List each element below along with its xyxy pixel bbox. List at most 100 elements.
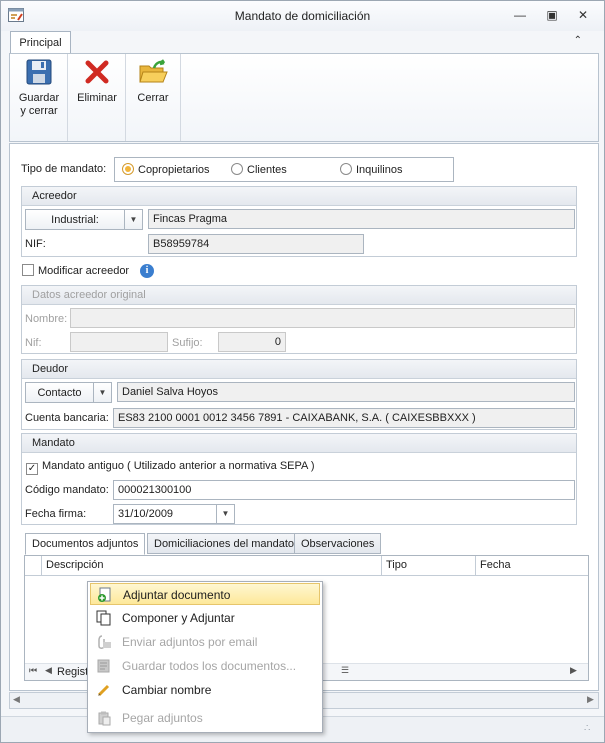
menu-item-label: Cambiar nombre — [122, 683, 212, 697]
tab-domiciliaciones[interactable]: Domiciliaciones del mandato — [147, 533, 302, 554]
creditor-nif-field[interactable]: B58959784 — [148, 234, 364, 254]
radio-label: Inquilinos — [356, 164, 403, 176]
close-label: Cerrar — [137, 92, 169, 104]
tab-observaciones[interactable]: Observaciones — [294, 533, 382, 554]
bank-account-field[interactable]: ES83 2100 0001 0012 3456 7891 - CAIXABAN… — [113, 408, 575, 428]
grid-header: Descripción Tipo Fecha — [25, 556, 588, 576]
menu-item-paste-attachments: Pegar adjuntos — [90, 707, 320, 729]
save-docs-icon — [97, 659, 110, 673]
tab-documentos-adjuntos[interactable]: Documentos adjuntos — [25, 533, 146, 555]
ribbon-separator — [180, 54, 181, 141]
menu-item-label: Pegar adjuntos — [122, 711, 203, 725]
creditor-name-field[interactable]: Fincas Pragma — [148, 209, 575, 229]
first-record-icon[interactable]: ⏮ — [29, 665, 37, 676]
modify-creditor-checkbox[interactable]: Modificar acreedor — [22, 264, 129, 277]
original-creditor-group: Datos acreedor original Nombre: Nif: Suf… — [21, 285, 577, 354]
ribbon-collapse-icon[interactable]: ⌃ — [574, 35, 582, 46]
radio-icon — [340, 163, 352, 175]
grid-indicator-column — [25, 556, 41, 576]
mandate-group: Mandato ✓ Mandato antiguo ( Utilizado ant… — [21, 433, 577, 525]
debtor-type-combo[interactable]: Contacto ▼ — [25, 382, 112, 403]
tab-principal[interactable]: Principal — [10, 31, 71, 54]
save-label-line2: y cerrar — [20, 105, 58, 117]
folder-open-icon — [139, 59, 168, 83]
ribbon-tab-strip: Principal ⌃ — [1, 31, 604, 54]
record-counter: Regist — [57, 666, 89, 678]
resize-grip-icon[interactable]: ∴ — [584, 723, 590, 734]
debtor-name-field[interactable]: Daniel Salva Hoyos — [117, 382, 575, 402]
menu-item-label: Adjuntar documento — [123, 588, 231, 602]
original-suffix-label: Sufijo: — [172, 337, 203, 349]
mandate-window: Mandato de domiciliación — ▣ ✕ Principal… — [0, 0, 605, 743]
paste-icon — [98, 711, 111, 726]
scroll-right-icon[interactable]: ▶ — [570, 665, 577, 676]
attachments-context-menu: Adjuntar documento Componer y Adjuntar E… — [87, 581, 323, 733]
mandate-group-title: Mandato — [22, 434, 576, 453]
compose-icon — [96, 610, 111, 626]
menu-item-label: Guardar todos los documentos... — [122, 659, 297, 673]
menu-item-label: Componer y Adjuntar — [122, 611, 235, 625]
original-nif-field — [70, 332, 168, 352]
combo-value: Contacto — [37, 387, 82, 399]
original-name-label: Nombre: — [25, 313, 68, 325]
debtor-group-title: Deudor — [22, 360, 576, 379]
checkbox-icon — [22, 264, 34, 276]
radio-selected-icon — [122, 163, 134, 175]
prev-record-icon[interactable]: ◀ — [45, 665, 52, 676]
column-descripcion[interactable]: Descripción — [41, 556, 381, 576]
maximize-button[interactable]: ▣ — [543, 7, 561, 23]
ribbon-separator — [67, 54, 68, 141]
close-window-button[interactable]: ✕ — [574, 7, 592, 23]
delete-button[interactable]: Eliminar — [74, 58, 120, 105]
menu-item-rename[interactable]: Cambiar nombre — [90, 679, 320, 701]
radio-icon — [231, 163, 243, 175]
close-button[interactable]: Cerrar — [131, 58, 175, 105]
delete-icon — [85, 60, 109, 84]
radio-inquilinos[interactable]: Inquilinos — [340, 163, 402, 177]
column-fecha[interactable]: Fecha — [475, 556, 588, 576]
mandate-code-input[interactable]: 000021300100 — [113, 480, 575, 500]
chevron-down-icon[interactable]: ▼ — [93, 383, 111, 402]
menu-item-save-all-documents: Guardar todos los documentos... — [90, 655, 320, 677]
ribbon-separator — [125, 54, 126, 141]
column-tipo[interactable]: Tipo — [381, 556, 475, 576]
minimize-button[interactable]: — — [511, 7, 529, 23]
save-icon — [26, 59, 52, 85]
save-label-line1: Guardar — [18, 92, 60, 104]
original-name-field — [70, 308, 575, 328]
attach-add-icon — [98, 587, 111, 602]
menu-item-email-attachments: Enviar adjuntos por email — [90, 631, 320, 653]
email-attach-icon — [98, 635, 111, 649]
creditor-type-combo[interactable]: Industrial: ▼ — [25, 209, 143, 230]
title-bar: Mandato de domiciliación — ▣ ✕ — [1, 1, 604, 31]
scroll-thumb-icon[interactable]: ☰ — [341, 665, 349, 676]
radio-copropietarios[interactable]: Copropietarios — [122, 163, 210, 177]
mandate-type-label: Tipo de mandato: — [21, 163, 107, 175]
scroll-left-icon[interactable]: ◀ — [13, 694, 20, 705]
signature-date-picker[interactable]: 31/10/2009 ▼ — [113, 504, 235, 524]
radio-clientes[interactable]: Clientes — [231, 163, 287, 177]
radio-label: Copropietarios — [138, 164, 210, 176]
date-value: 31/10/2009 — [118, 508, 174, 520]
bank-account-label: Cuenta bancaria: — [25, 412, 109, 424]
signature-date-label: Fecha firma: — [25, 508, 87, 520]
menu-item-attach-document[interactable]: Adjuntar documento — [90, 583, 320, 605]
scroll-right-icon[interactable]: ▶ — [587, 694, 594, 705]
pencil-icon — [97, 684, 110, 697]
creditor-nif-label: NIF: — [25, 238, 46, 250]
info-icon[interactable]: i — [140, 264, 154, 278]
chevron-down-icon[interactable]: ▼ — [124, 210, 142, 229]
checkbox-label: Mandato antiguo ( Utilizado anterior a n… — [42, 460, 315, 472]
menu-item-compose-attach[interactable]: Componer y Adjuntar — [90, 607, 320, 629]
save-and-close-button[interactable]: Guardar y cerrar — [16, 58, 62, 118]
ribbon: Guardar y cerrar Eliminar Cerrar — [9, 53, 599, 142]
mandate-type-radio-group: Copropietarios Clientes Inquilinos — [114, 157, 454, 182]
checkmark-icon: ✓ — [26, 463, 38, 475]
creditor-group: Acreedor Industrial: ▼ Fincas Pragma NIF… — [21, 186, 577, 257]
menu-item-label: Enviar adjuntos por email — [122, 635, 258, 649]
debtor-group: Deudor Contacto ▼ Daniel Salva Hoyos Cue… — [21, 359, 577, 430]
original-creditor-group-title: Datos acreedor original — [22, 286, 576, 305]
chevron-down-icon[interactable]: ▼ — [216, 505, 234, 523]
old-mandate-checkbox[interactable]: ✓ Mandato antiguo ( Utilizado anterior a … — [26, 460, 315, 475]
delete-label: Eliminar — [77, 92, 117, 104]
